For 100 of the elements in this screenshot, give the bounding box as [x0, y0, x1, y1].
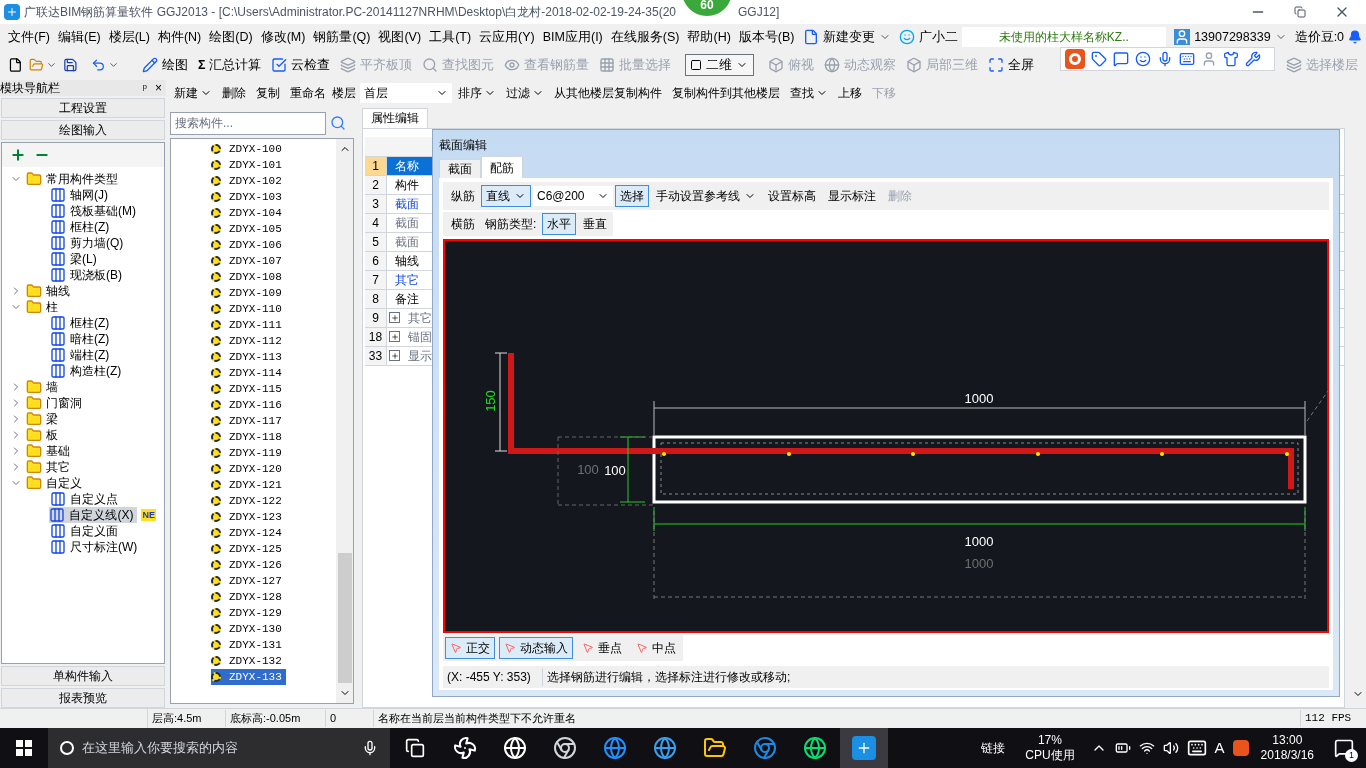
tree-item[interactable]: 梁(L)	[50, 251, 101, 267]
toolbar-button[interactable]: 选择	[614, 185, 649, 207]
toolbar-button[interactable]: 从其他楼层复制构件	[550, 84, 666, 102]
browser-icon[interactable]	[803, 736, 827, 760]
search-icon[interactable]	[330, 115, 346, 131]
list-item[interactable]: ZDYX-133	[211, 669, 286, 685]
user-icon[interactable]	[1201, 51, 1217, 67]
list-item[interactable]: ZDYX-120	[211, 461, 286, 477]
list-item[interactable]: ZDYX-132	[211, 653, 286, 669]
tree-item[interactable]: 梁	[46, 411, 58, 427]
snap-button[interactable]: 垂点	[577, 637, 627, 659]
list-item[interactable]: ZDYX-109	[211, 285, 286, 301]
menu-item[interactable]: 编辑(E)	[53, 27, 105, 47]
tree-item[interactable]: 端柱(Z)	[50, 347, 114, 363]
list-item[interactable]: ZDYX-107	[211, 253, 286, 269]
tree-item[interactable]: 尺寸标注(W)	[50, 539, 142, 555]
tree-item[interactable]: 现浇板(B)	[50, 267, 126, 283]
list-item[interactable]: ZDYX-124	[211, 525, 286, 541]
spacing-select[interactable]: C6@200	[533, 186, 613, 206]
bell-icon[interactable]	[1348, 29, 1362, 45]
pin-button[interactable]: ᵖ	[138, 79, 151, 97]
tree-item[interactable]: 自定义点	[50, 491, 122, 507]
tree-item[interactable]: 自定义线(X)	[49, 507, 138, 523]
list-item[interactable]: ZDYX-108	[211, 269, 286, 285]
tree-item[interactable]: 暗柱(Z)	[50, 331, 114, 347]
ime-logo-icon[interactable]	[1232, 740, 1249, 756]
wrench-icon[interactable]	[1245, 51, 1261, 67]
new-file-icon[interactable]	[8, 57, 23, 73]
nav-button[interactable]: 工程设置	[1, 98, 165, 118]
tab[interactable]: 配筋	[481, 156, 523, 178]
list-item[interactable]: ZDYX-122	[211, 493, 286, 509]
shirt-icon[interactable]	[1223, 51, 1239, 67]
wifi-icon[interactable]	[1138, 740, 1155, 756]
task-view-icon[interactable]	[405, 738, 425, 758]
list-item[interactable]: ZDYX-126	[211, 557, 286, 573]
toolbar-button[interactable]: 重命名	[286, 84, 330, 102]
list-item[interactable]: ZDYX-112	[211, 333, 286, 349]
clock-time[interactable]: 13:00	[1272, 733, 1303, 748]
menu-item[interactable]: 帮助(H)	[683, 27, 735, 47]
notice-banner[interactable]: 未使用的柱大样名称KZ..	[961, 27, 1167, 47]
tray-label[interactable]: 链接	[973, 739, 1014, 757]
tree-item[interactable]: 柱	[46, 299, 58, 315]
toolbar-button[interactable]: 排序	[454, 84, 500, 102]
dimension-label[interactable]: 1000	[964, 534, 994, 549]
toolbar-button[interactable]: 新建	[170, 84, 216, 102]
scrollbar[interactable]	[336, 139, 353, 703]
phone-number[interactable]: 13907298339	[1194, 27, 1271, 47]
list-item[interactable]: ZDYX-103	[211, 189, 286, 205]
toolbar-button[interactable]: 垂直	[578, 213, 613, 235]
menu-item[interactable]: 新建变更	[822, 27, 875, 47]
undo-icon[interactable]	[91, 57, 107, 73]
scrollbar-thumb[interactable]	[337, 553, 352, 683]
toolbar-button[interactable]: 云检查	[267, 55, 335, 75]
list-item[interactable]: ZDYX-118	[211, 429, 286, 445]
keyboard-icon[interactable]	[1186, 738, 1207, 758]
emoji-icon[interactable]	[1135, 51, 1151, 67]
list-item[interactable]: ZDYX-125	[211, 541, 286, 557]
toolbar-button[interactable]: 复制	[252, 84, 284, 102]
nav-button[interactable]: 绘图输入	[1, 120, 165, 140]
view-select[interactable]: 二维	[685, 54, 755, 76]
list-item[interactable]: ZDYX-128	[211, 589, 286, 605]
clock-date[interactable]: 2018/3/16	[1260, 748, 1314, 763]
floor-select[interactable]: 首层	[360, 83, 452, 103]
menu-item[interactable]: 广小二	[918, 27, 958, 47]
expand-icon[interactable]	[389, 312, 400, 323]
snap-button[interactable]: 正交	[445, 637, 495, 659]
toolbar-button[interactable]: 全屏	[984, 55, 1039, 75]
active-app-icon[interactable]	[840, 728, 888, 768]
tree-item[interactable]: 板	[46, 427, 58, 443]
tree-item[interactable]: 轴线	[46, 283, 70, 299]
toolbar-button[interactable]: 删除	[218, 84, 250, 102]
toolbar-button[interactable]: 直线	[481, 185, 531, 207]
list-item[interactable]: ZDYX-114	[211, 365, 286, 381]
toolbar-button[interactable]: 过滤	[502, 84, 548, 102]
list-item[interactable]: ZDYX-116	[211, 397, 286, 413]
snap-button[interactable]: 中点	[631, 637, 681, 659]
dimension-label[interactable]: 1000	[964, 391, 994, 406]
menu-item[interactable]: 云应用(Y)	[475, 27, 539, 47]
toolbar-button[interactable]: 绘图	[137, 55, 192, 75]
menu-item[interactable]: 修改(M)	[256, 27, 310, 47]
list-item[interactable]: ZDYX-100	[211, 141, 286, 157]
tab[interactable]: 属性编辑	[362, 108, 428, 128]
nav-button[interactable]: 单构件输入	[1, 666, 165, 686]
expand-all-icon[interactable]	[10, 147, 26, 163]
dimension-label[interactable]: 1000	[964, 556, 994, 571]
menu-item[interactable]: 视图(V)	[374, 27, 426, 47]
restore-icon[interactable]	[1294, 6, 1306, 18]
list-item[interactable]: ZDYX-119	[211, 445, 286, 461]
menu-item[interactable]: 版本号(B)	[734, 27, 799, 47]
list-item[interactable]: ZDYX-105	[211, 221, 286, 237]
menu-item[interactable]: 在线服务(S)	[606, 27, 684, 47]
list-item[interactable]: ZDYX-121	[211, 477, 286, 493]
tree-item[interactable]: 框柱(Z)	[50, 219, 114, 235]
tree-item[interactable]: 门窗洞	[46, 395, 82, 411]
toolbar-button[interactable]: 水平	[542, 213, 577, 235]
menu-item[interactable]: BIM应用(I)	[538, 27, 607, 47]
ime-logo-icon[interactable]	[1065, 49, 1085, 69]
save-icon[interactable]	[62, 57, 78, 73]
dimension-label[interactable]: 100	[604, 463, 626, 478]
toolbar-button[interactable]: 复制构件到其他楼层	[668, 84, 784, 102]
